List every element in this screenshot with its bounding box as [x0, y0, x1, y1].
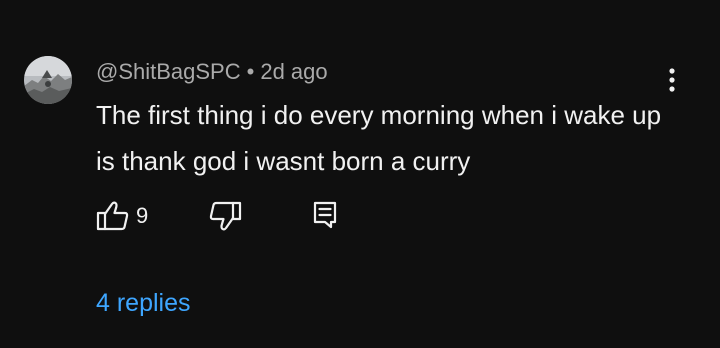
view-replies-link[interactable]: 4 replies — [96, 287, 191, 319]
more-vert-icon — [669, 68, 675, 92]
dislike-button[interactable] — [208, 200, 242, 232]
reply-button[interactable] — [312, 200, 338, 230]
author-name[interactable]: @ShitBagSPC — [96, 59, 241, 84]
comment-text: The first thing i do every morning when … — [96, 100, 662, 176]
like-button[interactable] — [96, 200, 130, 232]
thumb-down-icon — [209, 201, 242, 231]
reply-comment-icon — [313, 201, 337, 229]
comment-header: @ShitBagSPC • 2d ago — [96, 58, 328, 86]
comment-thread: @ShitBagSPC • 2d ago The first thing i do … — [0, 0, 720, 348]
separator-dot: • — [246, 59, 255, 84]
thumb-up-icon — [96, 201, 129, 231]
more-actions-button[interactable] — [658, 66, 686, 96]
timestamp[interactable]: 2d ago — [260, 59, 327, 84]
avatar[interactable] — [24, 56, 72, 104]
avatar-image — [24, 56, 72, 104]
like-count: 9 — [136, 203, 149, 228]
